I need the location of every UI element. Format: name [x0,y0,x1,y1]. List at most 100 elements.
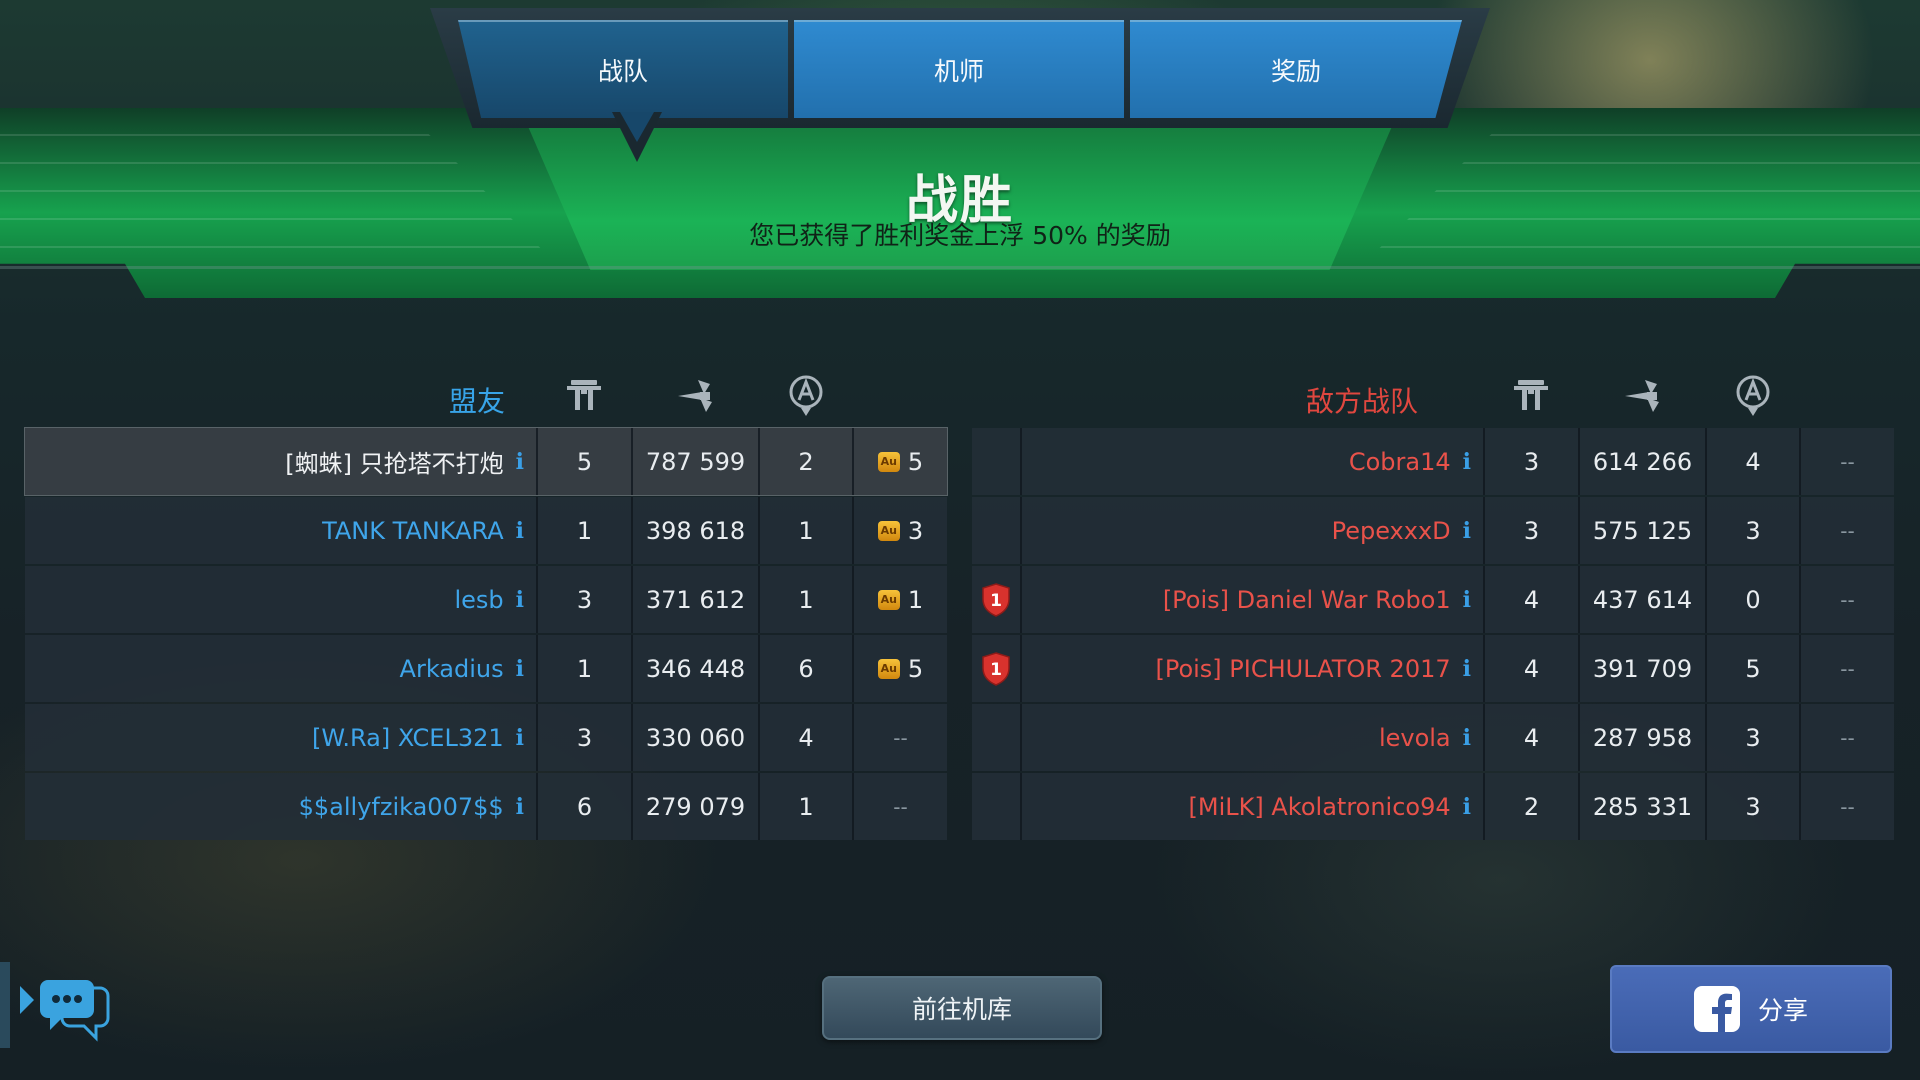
info-icon[interactable]: i [1463,518,1471,544]
chat-button[interactable] [0,960,120,1050]
player-name: Arkadius [399,654,504,683]
beacons-value: 3 [536,566,631,633]
ally-team-label: 盟友 [448,385,505,418]
gold-value: -- [852,773,947,840]
info-icon[interactable]: i [516,656,524,682]
extra-value: -- [1799,635,1894,702]
table-row[interactable]: TANK TANKARA i 1 398 618 1 Au 3 [25,497,947,564]
kills-icon [789,375,823,416]
table-row[interactable]: [MiLK] Akolatronico94 i 2 285 331 3 -- [972,773,1894,840]
result-subtitle: 您已获得了胜利奖金上浮 50% 的奖励 [749,221,1171,250]
damage-icon [1625,380,1659,412]
kills-value: 1 [758,497,852,564]
kills-value: 4 [758,704,852,771]
tab-pilots[interactable]: 机师 [794,20,1124,118]
player-name-cell: [MiLK] Akolatronico94 i [1020,773,1483,840]
squad-cell [972,773,1020,840]
beacons-value: 3 [1483,428,1578,495]
extra-value: -- [1799,428,1894,495]
go-to-hangar-button[interactable]: 前往机库 [822,976,1102,1040]
info-icon[interactable]: i [1463,587,1471,613]
gold-icon: Au [877,589,900,610]
extra-value: -- [1799,497,1894,564]
player-name-cell: [Pois] PICHULATOR 2017 i [1020,635,1483,702]
damage-value: 279 079 [631,773,758,840]
beacon-icon [567,380,601,410]
player-name: levola [1378,723,1451,752]
ally-scoreboard: [蜘蛛] 只抢塔不打炮 i 5 787 599 2 Au 5 TANK TANK… [24,427,948,842]
table-row[interactable]: [W.Ra] XCEL321 i 3 330 060 4 -- [25,704,947,771]
player-name: [Pois] Daniel War Robo1 [1162,585,1451,614]
gold-value: 5 [907,447,924,476]
player-name-cell: PepexxxD i [1020,497,1483,564]
gold-value: -- [852,704,947,771]
gold-cell: Au 3 [852,497,947,564]
info-icon[interactable]: i [516,449,524,475]
enemy-scoreboard: Cobra14 i 3 614 266 4 -- PepexxxD i 3 57… [972,428,1894,842]
info-icon[interactable]: i [1463,725,1471,751]
player-name: [蜘蛛] 只抢塔不打炮 [285,450,504,478]
tab-team[interactable]: 战队 [458,20,788,118]
table-row[interactable]: 1 [Pois] Daniel War Robo1 i 4 437 614 0 … [972,566,1894,633]
table-row[interactable]: 1 [Pois] PICHULATOR 2017 i 4 391 709 5 -… [972,635,1894,702]
info-icon[interactable]: i [1463,449,1471,475]
squad-shield-icon: 1 [982,582,1010,617]
player-name-cell: $$allyfzika007$$ i [25,773,536,840]
squad-shield-icon: 1 [982,651,1010,686]
kills-icon [1736,375,1770,416]
damage-value: 575 125 [1578,497,1705,564]
damage-value: 787 599 [631,428,758,495]
beacons-value: 4 [1483,635,1578,702]
table-row[interactable]: [蜘蛛] 只抢塔不打炮 i 5 787 599 2 Au 5 [24,427,948,496]
damage-value: 346 448 [631,635,758,702]
facebook-share-button[interactable]: 分享 [1610,965,1892,1053]
gold-value: 1 [907,585,924,614]
damage-value: 285 331 [1578,773,1705,840]
share-label: 分享 [1757,996,1808,1025]
player-name: Cobra14 [1348,447,1451,476]
info-icon[interactable]: i [1463,656,1471,682]
table-row[interactable]: levola i 4 287 958 3 -- [972,704,1894,771]
kills-value: 1 [758,566,852,633]
player-name-cell: [蜘蛛] 只抢塔不打炮 i [25,428,536,495]
table-row[interactable]: $$allyfzika007$$ i 6 279 079 1 -- [25,773,947,840]
info-icon[interactable]: i [516,518,524,544]
table-row[interactable]: Arkadius i 1 346 448 6 Au 5 [25,635,947,702]
tab-rewards[interactable]: 奖励 [1130,20,1462,118]
chat-icon [0,962,110,1048]
table-row[interactable]: PepexxxD i 3 575 125 3 -- [972,497,1894,564]
kills-value: 1 [758,773,852,840]
beacons-value: 6 [536,773,631,840]
beacons-value: 1 [536,635,631,702]
player-name: PepexxxD [1331,516,1451,545]
kills-value: 2 [758,428,852,495]
damage-value: 437 614 [1578,566,1705,633]
beacons-value: 5 [536,428,631,495]
squad-badge-number: 1 [990,591,1002,611]
table-row[interactable]: lesb i 3 371 612 1 Au 1 [25,566,947,633]
player-name-cell: Cobra14 i [1020,428,1483,495]
beacons-value: 3 [536,704,631,771]
gold-value: 5 [907,654,924,683]
kills-value: 3 [1705,704,1799,771]
info-icon[interactable]: i [516,725,524,751]
beacons-value: 4 [1483,566,1578,633]
info-icon[interactable]: i [516,587,524,613]
gold-icon: Au [877,451,900,472]
extra-value: -- [1799,773,1894,840]
player-name-cell: Arkadius i [25,635,536,702]
kills-value: 4 [1705,428,1799,495]
squad-cell [972,704,1020,771]
player-name: [Pois] PICHULATOR 2017 [1155,654,1451,683]
squad-badge-number: 1 [990,660,1002,680]
beacons-value: 1 [536,497,631,564]
player-name-cell: lesb i [25,566,536,633]
squad-cell: 1 [972,566,1020,633]
gold-icon: Au [877,658,900,679]
player-name-cell: TANK TANKARA i [25,497,536,564]
extra-value: -- [1799,704,1894,771]
player-name-cell: [W.Ra] XCEL321 i [25,704,536,771]
table-row[interactable]: Cobra14 i 3 614 266 4 -- [972,428,1894,495]
info-icon[interactable]: i [516,794,524,820]
info-icon[interactable]: i [1463,794,1471,820]
